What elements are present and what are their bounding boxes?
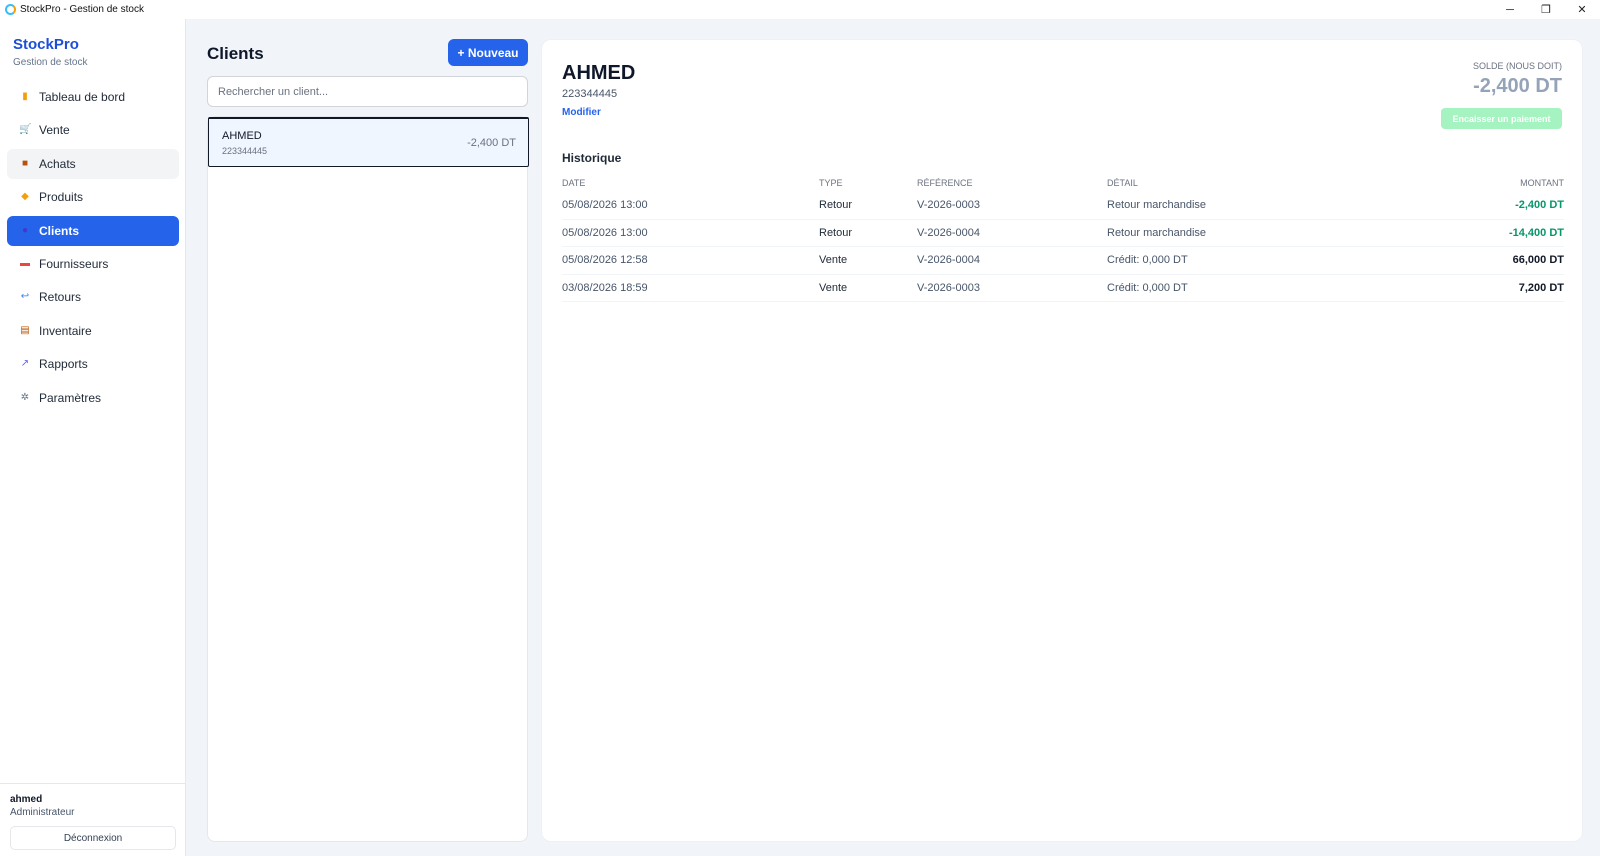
return-icon: ↩ [20, 291, 30, 303]
sidebar-item-produits[interactable]: ◆ Produits [7, 182, 179, 212]
collect-payment-button[interactable]: Encaisser un paiement [1441, 108, 1562, 129]
cell-type: Vente [819, 281, 848, 294]
cell-type: Retour [819, 226, 853, 239]
sidebar-item-label: Inventaire [39, 323, 92, 338]
brand-name: StockPro [13, 36, 79, 53]
user-name: ahmed [10, 794, 43, 805]
cell-detail: Retour marchandise [1107, 199, 1207, 212]
close-button[interactable]: ✕ [1564, 0, 1600, 19]
client-detail-panel: AHMED 223344445 Modifier SOLDE (NOUS DOI… [541, 39, 1583, 842]
cell-reference: V-2026-0004 [917, 254, 980, 267]
client-detail-phone: 223344445 [562, 88, 618, 100]
cell-amount: 7,200 DT [1518, 281, 1564, 294]
cell-type: Vente [819, 254, 848, 267]
cell-detail: Crédit: 0,000 DT [1107, 254, 1188, 267]
sidebar-nav: ▮ Tableau de bord 🛒 Vente ■ Achats ◆ Produits ● C… [7, 82, 179, 416]
cell-reference: V-2026-0003 [917, 199, 980, 212]
clients-list: AHMED 223344445 -2,400 DT [207, 116, 529, 842]
client-search-input[interactable] [207, 76, 528, 107]
cell-date: 05/08/2026 12:58 [562, 254, 648, 267]
balance-label: SOLDE (NOUS DOIT) [1472, 61, 1562, 71]
sidebar-item-clients[interactable]: ● Clients [7, 215, 179, 246]
cell-amount: -14,400 DT [1508, 226, 1564, 239]
column-header-date: DATE [562, 178, 586, 188]
sidebar-item-label: Fournisseurs [39, 256, 109, 271]
client-balance: -2,400 DT [467, 137, 516, 149]
cell-reference: V-2026-0003 [917, 281, 980, 294]
app-icon [5, 4, 16, 15]
cell-date: 03/08/2026 18:59 [562, 281, 648, 294]
history-row: 05/08/2026 12:58 Vente V-2026-0004 Crédit: … [562, 247, 1564, 275]
window-title: StockPro - Gestion de stock [20, 4, 144, 15]
logout-button[interactable]: Déconnexion [10, 826, 176, 850]
new-client-button[interactable]: + Nouveau [448, 39, 528, 66]
history-row: 03/08/2026 18:59 Vente V-2026-0003 Crédit: … [562, 275, 1564, 302]
clients-title: Clients [207, 44, 264, 63]
history-table-header: DATE TYPE RÉFÉRENCE DÉTAIL MONTANT [562, 174, 1564, 192]
clients-list-panel: Clients + Nouveau AHMED 223344445 -2,400… [207, 39, 529, 842]
sidebar-item-param-tres[interactable]: ✲ Paramètres [7, 383, 179, 413]
restore-button[interactable]: ❐ [1528, 0, 1564, 19]
cell-date: 05/08/2026 13:00 [562, 199, 648, 212]
client-name: AHMED [222, 130, 262, 142]
history-row: 05/08/2026 13:00 Retour V-2026-0004 Retour … [562, 220, 1564, 247]
column-header-detail: DÉTAIL [1107, 178, 1138, 188]
sidebar-item-inventaire[interactable]: ▤ Inventaire [7, 316, 179, 346]
window-controls: ─ ❐ ✕ [1492, 0, 1600, 19]
sidebar-footer: ahmed Administrateur Déconnexion [0, 783, 186, 856]
cell-reference: V-2026-0004 [917, 226, 980, 239]
cell-date: 05/08/2026 13:00 [562, 226, 648, 239]
truck-icon: ▬ [20, 257, 30, 269]
sidebar-item-retours[interactable]: ↩ Retours [7, 282, 179, 312]
sidebar-item-achats[interactable]: ■ Achats [7, 148, 179, 179]
column-header-type: TYPE [819, 178, 843, 188]
cell-amount: -2,400 DT [1515, 199, 1564, 212]
history-table-body: 05/08/2026 13:00 Retour V-2026-0003 Retour … [562, 192, 1564, 302]
client-phone: 223344445 [222, 146, 268, 156]
chart-icon: ↗ [20, 358, 30, 370]
cell-detail: Retour marchandise [1107, 226, 1207, 239]
cart-icon: 🛒 [19, 124, 32, 136]
balance-value: -2,400 DT [1473, 75, 1562, 97]
history-table: DATE TYPE RÉFÉRENCE DÉTAIL MONTANT 05/08… [562, 174, 1564, 302]
sidebar-item-vente[interactable]: 🛒 Vente [7, 115, 179, 145]
sidebar-item-label: Retours [39, 290, 82, 305]
sidebar-item-label: Clients [39, 223, 80, 238]
tag-icon: ◆ [21, 191, 29, 203]
sidebar-item-tableau-de-bord[interactable]: ▮ Tableau de bord [7, 82, 179, 112]
brand-subtitle: Gestion de stock [13, 57, 88, 68]
minimize-button[interactable]: ─ [1492, 0, 1528, 19]
modify-link[interactable]: Modifier [562, 107, 601, 118]
client-detail-name: AHMED [562, 62, 636, 84]
cell-type: Retour [819, 199, 853, 212]
sidebar-item-label: Rapports [39, 357, 88, 372]
client-list-item[interactable]: AHMED 223344445 -2,400 DT [208, 117, 529, 167]
sidebar-item-fournisseurs[interactable]: ▬ Fournisseurs [7, 249, 179, 279]
sidebar-item-label: Achats [39, 156, 76, 171]
gear-icon: ✲ [20, 391, 30, 403]
column-header-reference: RÉFÉRENCE [917, 178, 973, 188]
title-bar: StockPro - Gestion de stock ─ ❐ ✕ [0, 0, 1600, 19]
sidebar-item-rapports[interactable]: ↗ Rapports [7, 349, 179, 379]
user-icon: ● [21, 224, 29, 236]
clipboard-icon: ▤ [20, 324, 30, 336]
sidebar-item-label: Vente [39, 123, 70, 138]
sidebar-item-label: Tableau de bord [39, 90, 126, 104]
sidebar-item-label: Produits [39, 190, 84, 205]
history-title: Historique [562, 151, 622, 165]
column-header-amount: MONTANT [1520, 178, 1564, 188]
package-icon: ■ [21, 157, 29, 169]
cell-amount: 66,000 DT [1512, 254, 1564, 267]
sidebar: StockPro Gestion de stock ▮ Tableau de bo… [0, 19, 186, 856]
cell-detail: Crédit: 0,000 DT [1107, 281, 1188, 294]
history-row: 05/08/2026 13:00 Retour V-2026-0003 Retour … [562, 192, 1564, 220]
dashboard-icon: ▮ [22, 91, 28, 102]
user-role: Administrateur [10, 807, 75, 818]
sidebar-item-label: Paramètres [39, 390, 102, 405]
